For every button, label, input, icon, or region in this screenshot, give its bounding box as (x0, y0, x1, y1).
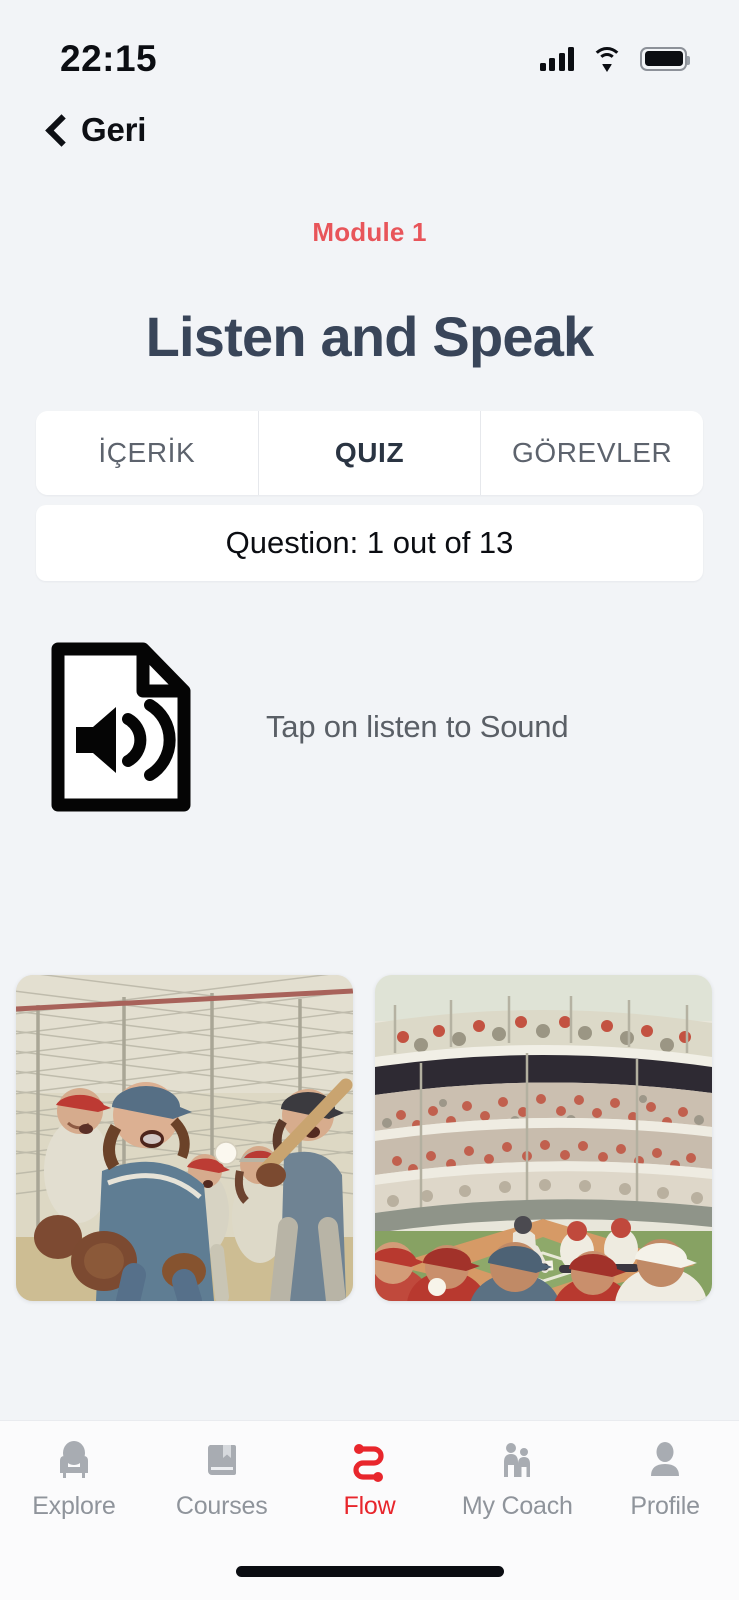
answer-image-grid (0, 975, 739, 1301)
bottom-navigation: Explore Courses Flow My Coach Profile (0, 1420, 739, 1542)
status-time: 22:15 (60, 37, 158, 79)
flow-route-icon (346, 1437, 392, 1483)
nav-label-profile: Profile (630, 1492, 700, 1520)
battery-icon (640, 46, 690, 71)
person-icon (642, 1437, 688, 1483)
module-label: Module 1 (312, 217, 427, 247)
nav-label-my-coach: My Coach (461, 1492, 573, 1520)
tab-gorevler[interactable]: GÖREVLER (480, 411, 703, 495)
nav-item-courses[interactable]: Courses (148, 1437, 296, 1521)
cellular-signal-icon (539, 46, 574, 71)
answer-option-2[interactable] (375, 975, 712, 1301)
nav-item-explore[interactable]: Explore (0, 1437, 148, 1521)
answer-option-1[interactable] (16, 975, 353, 1301)
nav-item-flow[interactable]: Flow (296, 1437, 444, 1521)
audio-prompt-row[interactable]: Tap on listen to Sound (0, 639, 739, 815)
back-button[interactable]: Geri (0, 95, 739, 165)
wifi-icon (591, 46, 623, 72)
nav-item-my-coach[interactable]: My Coach (443, 1437, 591, 1521)
status-icons (539, 46, 690, 72)
app-screen: 22:15 Geri Module 1 Listen and Speak İÇE… (0, 0, 739, 1600)
audio-prompt-text: Tap on listen to Sound (266, 709, 569, 744)
tab-quiz[interactable]: QUIZ (257, 411, 481, 495)
home-indicator-bar[interactable] (235, 1565, 504, 1577)
armchair-icon (51, 1437, 97, 1483)
tab-bar: İÇERİK QUIZ GÖREVLER (36, 411, 703, 495)
chevron-left-icon (42, 117, 68, 143)
tab-icerik[interactable]: İÇERİK (36, 411, 258, 495)
nav-label-courses: Courses (175, 1492, 268, 1520)
question-counter: Question: 1 out of 13 (36, 505, 703, 581)
back-button-label: Geri (81, 111, 147, 148)
nav-label-flow: Flow (343, 1492, 396, 1520)
book-icon (199, 1437, 245, 1483)
two-people-icon (494, 1437, 540, 1483)
audio-file-speaker-icon[interactable] (48, 639, 194, 815)
nav-item-profile[interactable]: Profile (591, 1437, 739, 1521)
home-indicator-area (0, 1542, 739, 1600)
page-title: Listen and Speak (145, 305, 595, 368)
status-bar: 22:15 (0, 0, 739, 95)
nav-label-explore: Explore (32, 1492, 116, 1520)
